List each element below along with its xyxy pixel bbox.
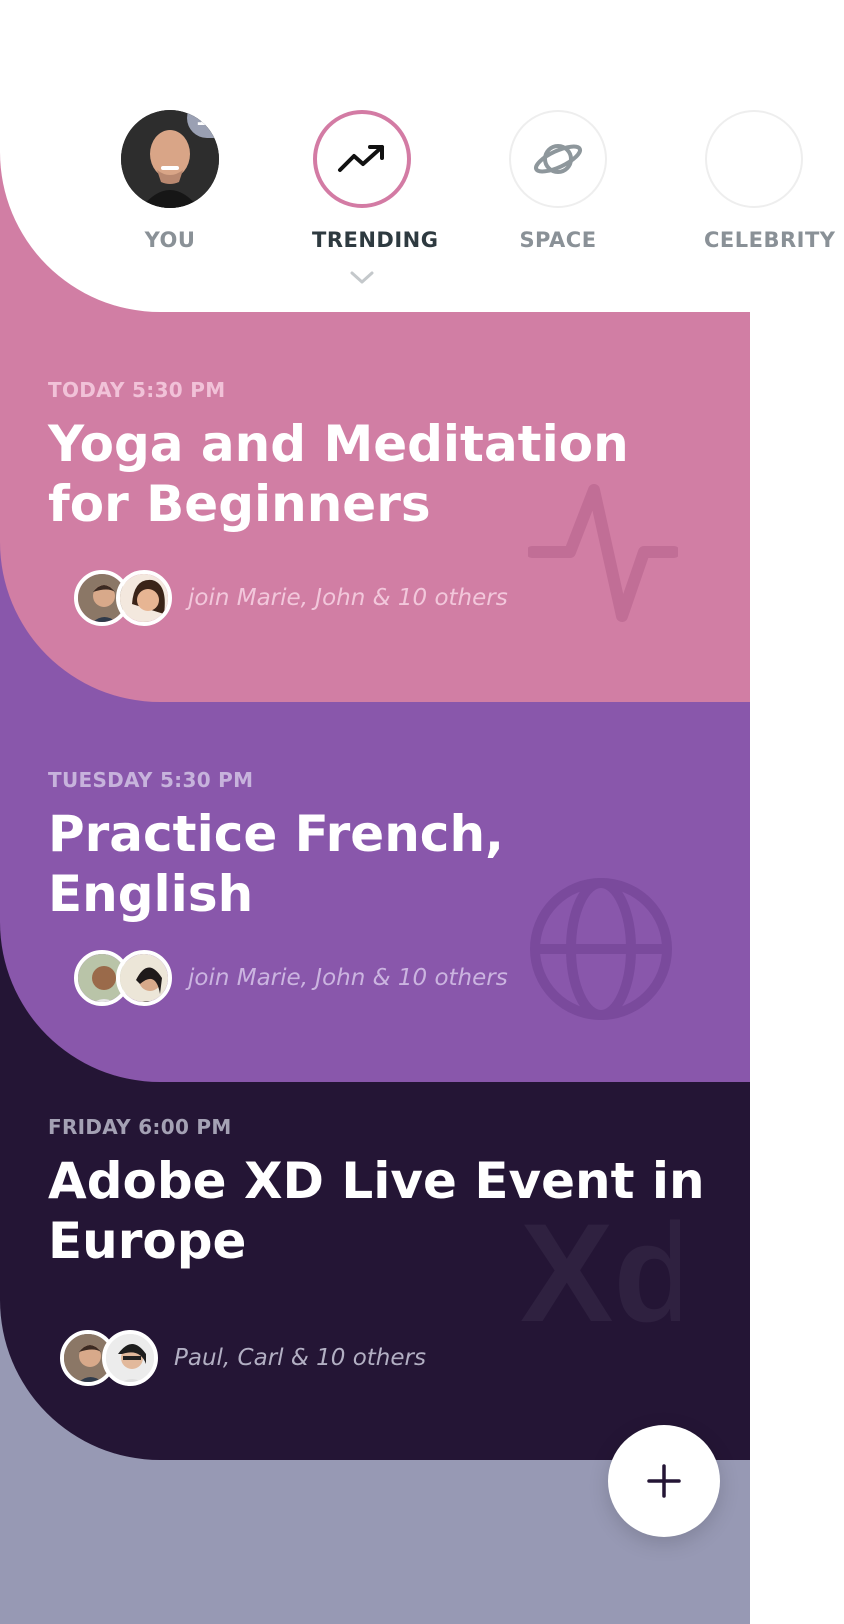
plus-icon [647,1464,681,1498]
category-label: SPACE [519,228,597,252]
avatar: 12 [121,110,219,208]
avatar [116,570,172,626]
space-ring [509,110,607,208]
avatar [102,1330,158,1386]
category-you[interactable]: 12 YOU [120,110,220,252]
category-trending[interactable]: TRENDING [312,110,439,252]
participants-text: join Marie, John & 10 others [188,965,508,991]
event-date: FRIDAY 6:00 PM [48,1115,232,1139]
event-title: Practice French, English [48,805,505,923]
add-event-button[interactable] [608,1425,720,1537]
event-title: Adobe XD Live Event in Europe [48,1152,705,1270]
event-title: Yoga and Meditation for Beginners [48,415,629,533]
category-label: TRENDING [312,228,439,252]
category-label: YOU [144,228,196,252]
participants[interactable]: Paul, Carl & 10 others [60,1330,426,1386]
avatar [116,950,172,1006]
participants[interactable]: join Marie, John & 10 others [74,950,508,1006]
category-space[interactable]: SPACE [508,110,608,252]
chevron-down-icon [349,270,375,290]
event-date: TUESDAY 5:30 PM [48,768,254,792]
participants[interactable]: join Marie, John & 10 others [74,570,508,626]
category-celebrity[interactable]: CELEBRITY [704,110,836,252]
participants-text: Paul, Carl & 10 others [174,1345,426,1371]
trending-ring [313,110,411,208]
event-date: TODAY 5:30 PM [48,378,226,402]
planet-icon [533,144,583,174]
participants-text: join Marie, John & 10 others [188,585,508,611]
category-label: CELEBRITY [704,228,836,252]
celebrity-ring [705,110,803,208]
trending-up-icon [338,145,384,172]
